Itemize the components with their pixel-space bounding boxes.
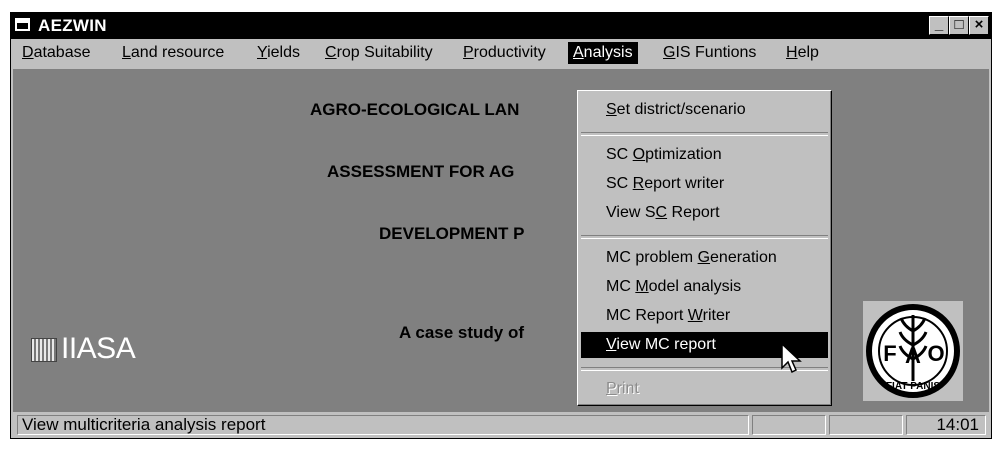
menu-bar: Database Land resource Yields Crop Suita… <box>11 39 991 67</box>
menu-item-prefix: MC <box>606 278 636 295</box>
menu-crop-suitability-mnemonic: C <box>325 44 337 61</box>
menu-gis-funtions-mnemonic: G <box>663 44 676 61</box>
menu-database-label: atabase <box>33 44 91 61</box>
menu-item-suffix: eneration <box>710 249 777 266</box>
menu-yields[interactable]: Yields <box>252 42 305 64</box>
menu-item-suffix: Report <box>667 204 720 221</box>
menu-item-suffix: rint <box>616 380 639 397</box>
menu-item-prefix: View S <box>606 204 656 221</box>
menu-item-mnemonic: W <box>687 307 703 324</box>
menu-crop-suitability[interactable]: Crop Suitability <box>320 42 438 64</box>
main-client-area: AGRO-ECOLOGICAL LAN ASSESSMENT FOR AG DE… <box>13 69 989 412</box>
svg-text:A: A <box>905 343 921 368</box>
globe-icon <box>31 338 57 362</box>
status-panel-3 <box>829 415 903 435</box>
window-icon[interactable] <box>15 18 30 31</box>
menu-analysis-mnemonic: A <box>573 44 584 61</box>
title-bar[interactable]: AEZWIN _ □ × <box>11 13 991 39</box>
menu-help[interactable]: Help <box>781 42 824 64</box>
iiasa-logo-text: IIASA <box>61 332 136 365</box>
menu-item-mnemonic: R <box>632 175 645 192</box>
menu-item-mnemonic: C <box>655 204 668 221</box>
mouse-pointer-icon <box>781 343 802 374</box>
app-window: AEZWIN _ □ × Database Land resource Yiel… <box>10 12 992 439</box>
menu-item-prefix: SC <box>606 146 633 163</box>
menu-item-suffix: et district/scenario <box>616 101 746 118</box>
svg-text:FIAT PANIS: FIAT PANIS <box>886 381 940 392</box>
status-clock: 14:01 <box>906 415 986 435</box>
fao-emblem-icon: F A O FIAT PANIS <box>866 304 960 398</box>
menu-item-mnemonic: P <box>606 380 617 397</box>
menu-yields-mnemonic: Y <box>257 44 268 61</box>
menu-item-suffix: ptimization <box>645 146 722 163</box>
menu-item-mnemonic: M <box>635 278 649 295</box>
menu-item-mc-model-analysis[interactable]: MC Model analysis <box>581 274 828 300</box>
close-button[interactable]: × <box>969 16 989 35</box>
menu-item-prefix: SC <box>606 175 633 192</box>
menu-item-set-district-scenario[interactable]: Set district/scenario <box>581 97 828 123</box>
menu-item-mnemonic: G <box>697 249 711 266</box>
menu-item-prefix: MC problem <box>606 249 698 266</box>
menu-item-mnemonic: O <box>632 146 646 163</box>
menu-item-mnemonic: V <box>606 336 617 353</box>
menu-database-mnemonic: D <box>22 44 34 61</box>
menu-item-sc-optimization[interactable]: SC Optimization <box>581 142 828 168</box>
status-panel-2 <box>752 415 826 435</box>
maximize-button[interactable]: □ <box>949 16 969 35</box>
menu-analysis-label: nalysis <box>583 44 633 61</box>
status-message: View multicriteria analysis report <box>17 415 749 435</box>
window-title: AEZWIN <box>38 16 107 35</box>
menu-gis-funtions-label: IS Funtions <box>675 44 757 61</box>
menu-item-suffix: iew MC report <box>616 336 716 353</box>
status-bar: View multicriteria analysis report 14:01 <box>11 412 991 438</box>
menu-item-suffix: eport writer <box>644 175 725 192</box>
menu-yields-label: ields <box>267 44 300 61</box>
menu-gis-funtions[interactable]: GIS Funtions <box>658 42 761 64</box>
menu-item-mc-report-writer[interactable]: MC Report Writer <box>581 303 828 329</box>
menu-land-resource[interactable]: Land resource <box>117 42 229 64</box>
menu-item-print: Print <box>581 376 828 402</box>
menu-item-sc-report-writer[interactable]: SC Report writer <box>581 171 828 197</box>
minimize-button[interactable]: _ <box>929 16 949 35</box>
menu-crop-suitability-label: rop Suitability <box>336 44 433 61</box>
menu-land-resource-label: and resource <box>130 44 225 61</box>
menu-item-prefix: MC Report <box>606 307 688 324</box>
title-line-3: DEVELOPMENT P <box>379 224 525 243</box>
fao-logo: F A O FIAT PANIS <box>863 301 963 401</box>
menu-separator <box>581 132 828 136</box>
title-line-1: AGRO-ECOLOGICAL LAN <box>310 100 520 119</box>
menu-database[interactable]: Database <box>17 42 96 64</box>
svg-text:F: F <box>883 341 896 366</box>
menu-help-label: elp <box>797 44 819 61</box>
menu-land-resource-mnemonic: L <box>122 44 131 61</box>
menu-item-suffix: riter <box>702 307 731 324</box>
menu-productivity[interactable]: Productivity <box>458 42 551 64</box>
menu-item-view-sc-report[interactable]: View SC Report <box>581 200 828 226</box>
svg-text:O: O <box>927 341 944 366</box>
menu-separator <box>581 235 828 239</box>
menu-item-mnemonic: S <box>606 101 617 118</box>
menu-item-mc-problem-generation[interactable]: MC problem Generation <box>581 245 828 271</box>
menu-help-mnemonic: H <box>786 44 798 61</box>
menu-productivity-mnemonic: P <box>463 44 474 61</box>
title-line-2: ASSESSMENT FOR AG <box>327 162 515 181</box>
menu-item-suffix: odel analysis <box>648 278 742 295</box>
menu-analysis[interactable]: Analysis <box>568 42 638 64</box>
case-study-line: A case study of <box>399 323 525 342</box>
menu-productivity-label: roductivity <box>473 44 546 61</box>
